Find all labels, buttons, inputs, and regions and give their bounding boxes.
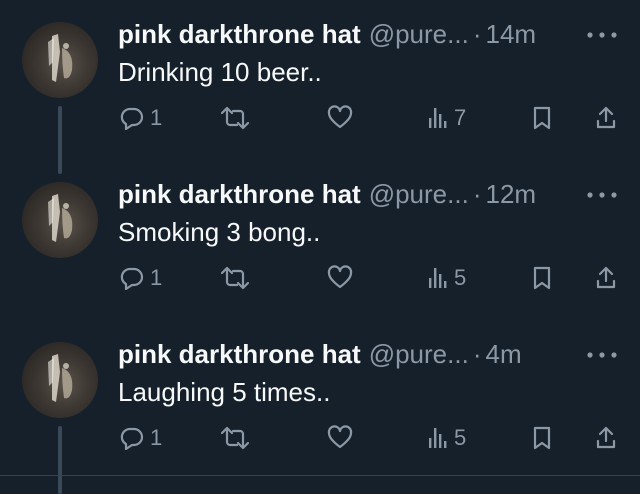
retweet-icon [218, 104, 252, 132]
more-icon[interactable] [584, 28, 620, 42]
reply-button[interactable]: 1 [118, 424, 162, 452]
reply-button[interactable]: 1 [118, 264, 162, 292]
reply-count: 1 [150, 105, 163, 130]
tweet-header: pink darkthrone hat @pure... · 12m [118, 174, 536, 214]
retweet-button[interactable] [218, 104, 252, 132]
like-icon [326, 104, 354, 132]
divider [0, 475, 640, 476]
retweet-button[interactable] [218, 264, 252, 292]
retweet-icon [218, 264, 252, 292]
share-button[interactable] [594, 104, 618, 132]
bookmark-button[interactable] [530, 104, 554, 132]
tweet-text: Drinking 10 beer.. [118, 57, 322, 87]
share-icon [594, 424, 618, 452]
like-button[interactable] [326, 104, 354, 132]
separator-dot: · [472, 179, 482, 209]
views-count: 7 [454, 105, 467, 130]
like-button[interactable] [326, 264, 354, 292]
reply-button[interactable]: 1 [118, 104, 162, 132]
reply-count: 1 [150, 265, 163, 290]
tweet-thread: pink darkthrone hat @pure... · 14m Drink… [0, 0, 640, 494]
retweet-button[interactable] [218, 424, 252, 452]
timestamp[interactable]: 12m [485, 174, 536, 214]
tweet-text: Laughing 5 times.. [118, 377, 331, 407]
bookmark-icon [530, 104, 554, 132]
separator-dot: · [472, 339, 482, 369]
share-icon [594, 264, 618, 292]
views-count: 5 [454, 425, 467, 450]
views-button[interactable]: 7 [428, 104, 466, 132]
like-icon [326, 264, 354, 292]
bookmark-icon [530, 264, 554, 292]
reply-icon [118, 104, 146, 132]
like-button[interactable] [326, 424, 354, 452]
tweet-header: pink darkthrone hat @pure... · 14m [118, 14, 536, 54]
reply-icon [118, 424, 146, 452]
avatar[interactable] [22, 342, 98, 418]
timestamp[interactable]: 4m [485, 334, 521, 374]
views-icon [428, 424, 450, 452]
share-icon [594, 104, 618, 132]
views-icon [428, 264, 450, 292]
reply-count: 1 [150, 425, 163, 450]
user-handle[interactable]: @pure... [369, 14, 469, 54]
tweet[interactable]: pink darkthrone hat @pure... · 12m Smoki… [0, 160, 640, 494]
tweet[interactable]: pink darkthrone hat @pure... · 4m Laughi… [0, 320, 640, 480]
views-button[interactable]: 5 [428, 424, 466, 452]
share-button[interactable] [594, 264, 618, 292]
bookmark-button[interactable] [530, 424, 554, 452]
user-handle[interactable]: @pure... [369, 174, 469, 214]
more-icon[interactable] [584, 188, 620, 202]
tweet-text: Smoking 3 bong.. [118, 217, 321, 247]
views-count: 5 [454, 265, 467, 290]
display-name[interactable]: pink darkthrone hat [118, 174, 361, 214]
separator-dot: · [472, 19, 482, 49]
retweet-icon [218, 424, 252, 452]
bookmark-button[interactable] [530, 264, 554, 292]
user-handle[interactable]: @pure... [369, 334, 469, 374]
avatar[interactable] [22, 22, 98, 98]
display-name[interactable]: pink darkthrone hat [118, 14, 361, 54]
views-icon [428, 104, 450, 132]
share-button[interactable] [594, 424, 618, 452]
timestamp[interactable]: 14m [485, 14, 536, 54]
avatar[interactable] [22, 182, 98, 258]
tweet-header: pink darkthrone hat @pure... · 4m [118, 334, 522, 374]
more-icon[interactable] [584, 348, 620, 362]
like-icon [326, 424, 354, 452]
reply-icon [118, 264, 146, 292]
tweet[interactable]: pink darkthrone hat @pure... · 14m Drink… [0, 0, 640, 174]
views-button[interactable]: 5 [428, 264, 466, 292]
bookmark-icon [530, 424, 554, 452]
display-name[interactable]: pink darkthrone hat [118, 334, 361, 374]
